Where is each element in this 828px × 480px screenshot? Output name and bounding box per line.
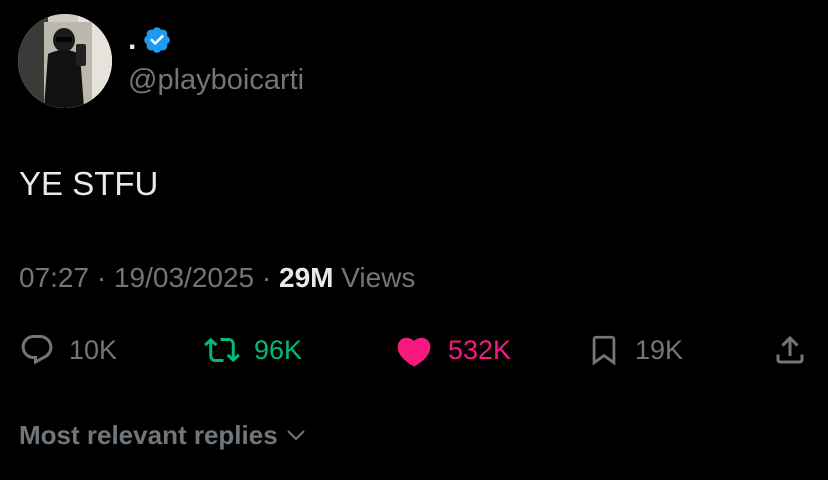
display-name: . (128, 23, 137, 56)
heart-icon (397, 337, 431, 367)
tweet-date[interactable]: 19/03/2025 (114, 262, 254, 293)
chevron-down-icon (286, 430, 305, 441)
speech-bubble-icon (21, 335, 53, 365)
retweet-arrows-icon (204, 337, 240, 363)
tweet-time[interactable]: 07:27 (19, 262, 89, 293)
replies-sort-dropdown[interactable]: Most relevant replies (19, 414, 308, 456)
retweet-button[interactable]: 96K (204, 326, 302, 374)
like-count: 532K (448, 335, 512, 365)
display-name-row[interactable]: . (128, 20, 172, 60)
avatar[interactable] (18, 14, 112, 108)
bookmark-count: 19K (635, 335, 684, 365)
bookmark-icon (592, 335, 616, 366)
tweet-text: YE STFU (19, 165, 159, 202)
verified-badge-icon (144, 27, 171, 53)
share-button[interactable] (772, 326, 808, 374)
tweet-detail-view: . @playboicarti YE STFU 07:27 · 19/03/20… (0, 0, 828, 480)
tweet-meta: 07:27 · 19/03/2025 · 29M Views (19, 258, 415, 298)
meta-separator: · (261, 262, 272, 293)
views-label: Views (341, 262, 416, 293)
reply-button[interactable]: 10K (19, 326, 117, 374)
reply-count: 10K (69, 335, 118, 365)
like-button[interactable]: 532K (394, 326, 511, 374)
bookmark-button[interactable]: 19K (587, 326, 683, 374)
meta-separator: · (96, 262, 107, 293)
user-handle[interactable]: @playboicarti (128, 60, 304, 100)
replies-sort-label: Most relevant replies (19, 420, 278, 450)
share-upload-icon (776, 335, 804, 364)
profile-photo-icon (18, 14, 112, 108)
views-count[interactable]: 29M (279, 262, 333, 293)
action-bar: 10K 96K 532K 19K (0, 326, 828, 374)
retweet-count: 96K (254, 335, 303, 365)
